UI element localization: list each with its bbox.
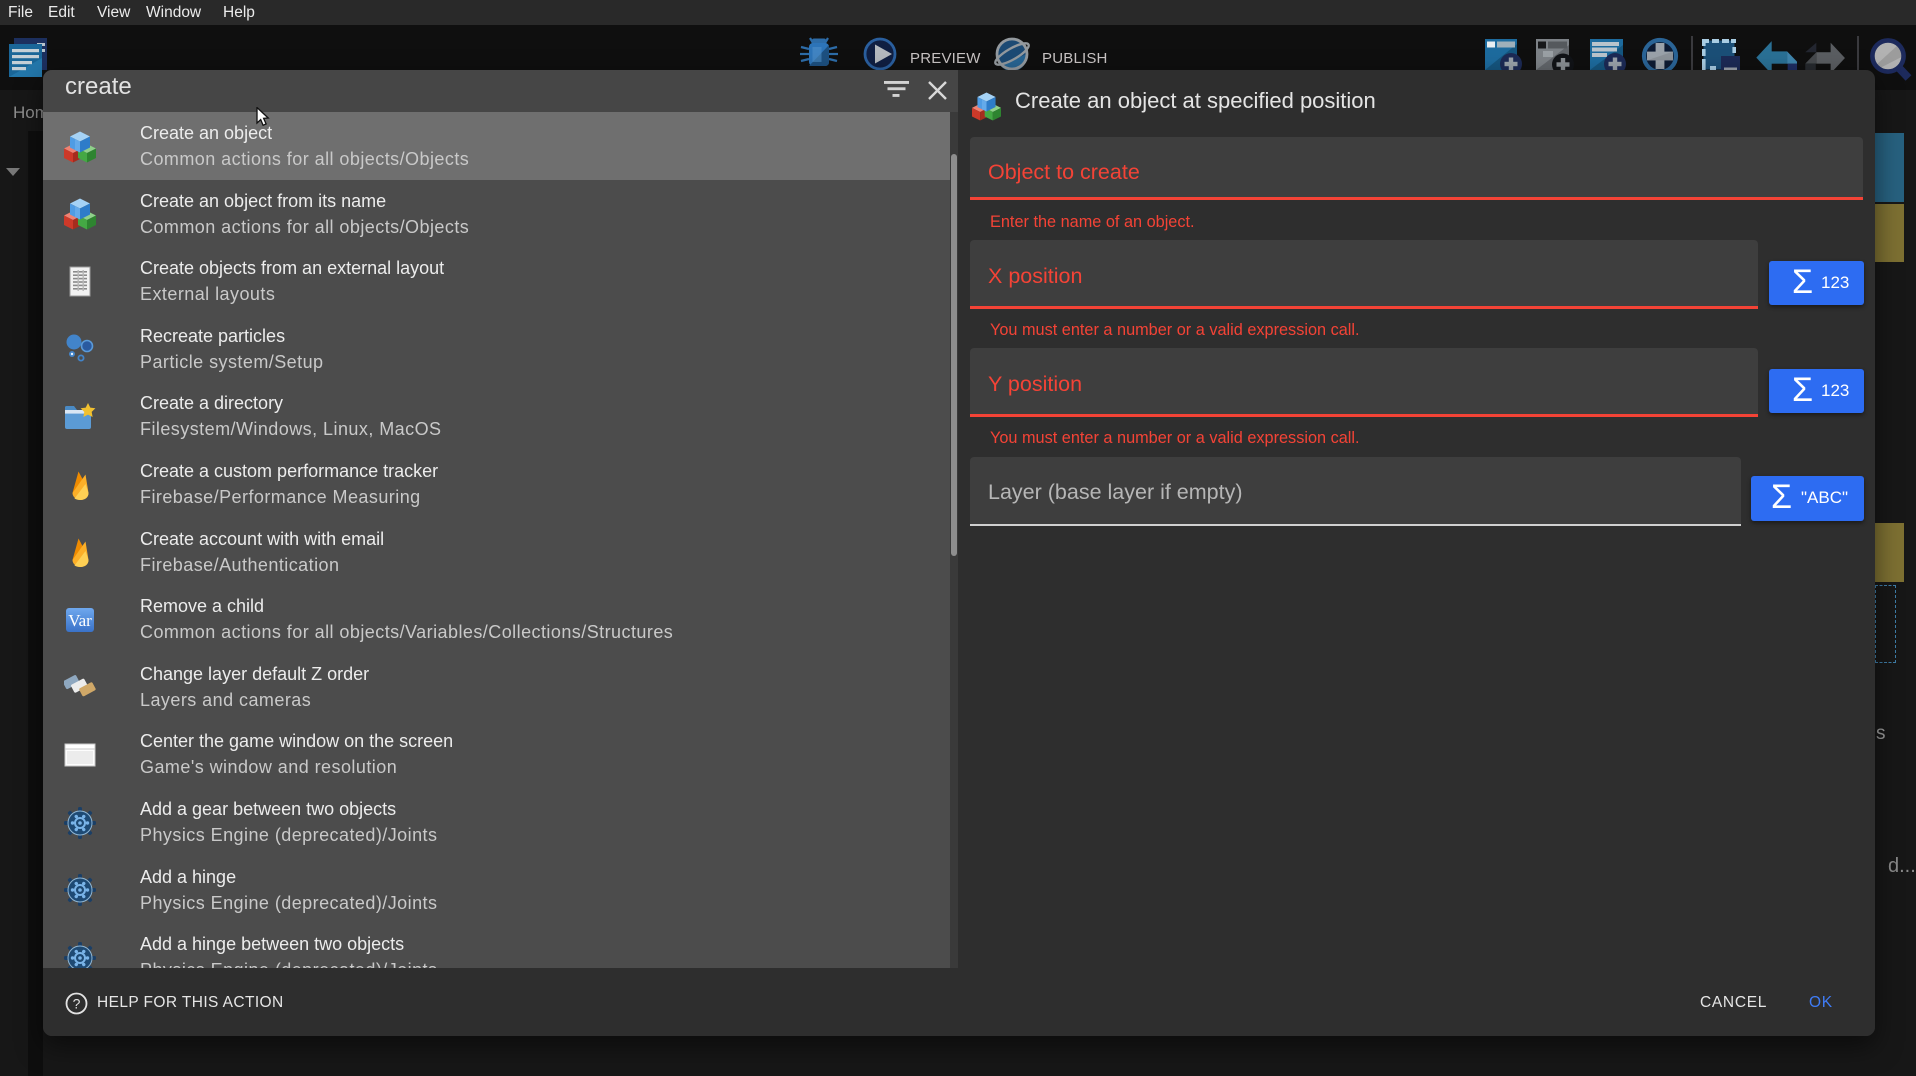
svg-text:?: ? <box>73 996 81 1012</box>
